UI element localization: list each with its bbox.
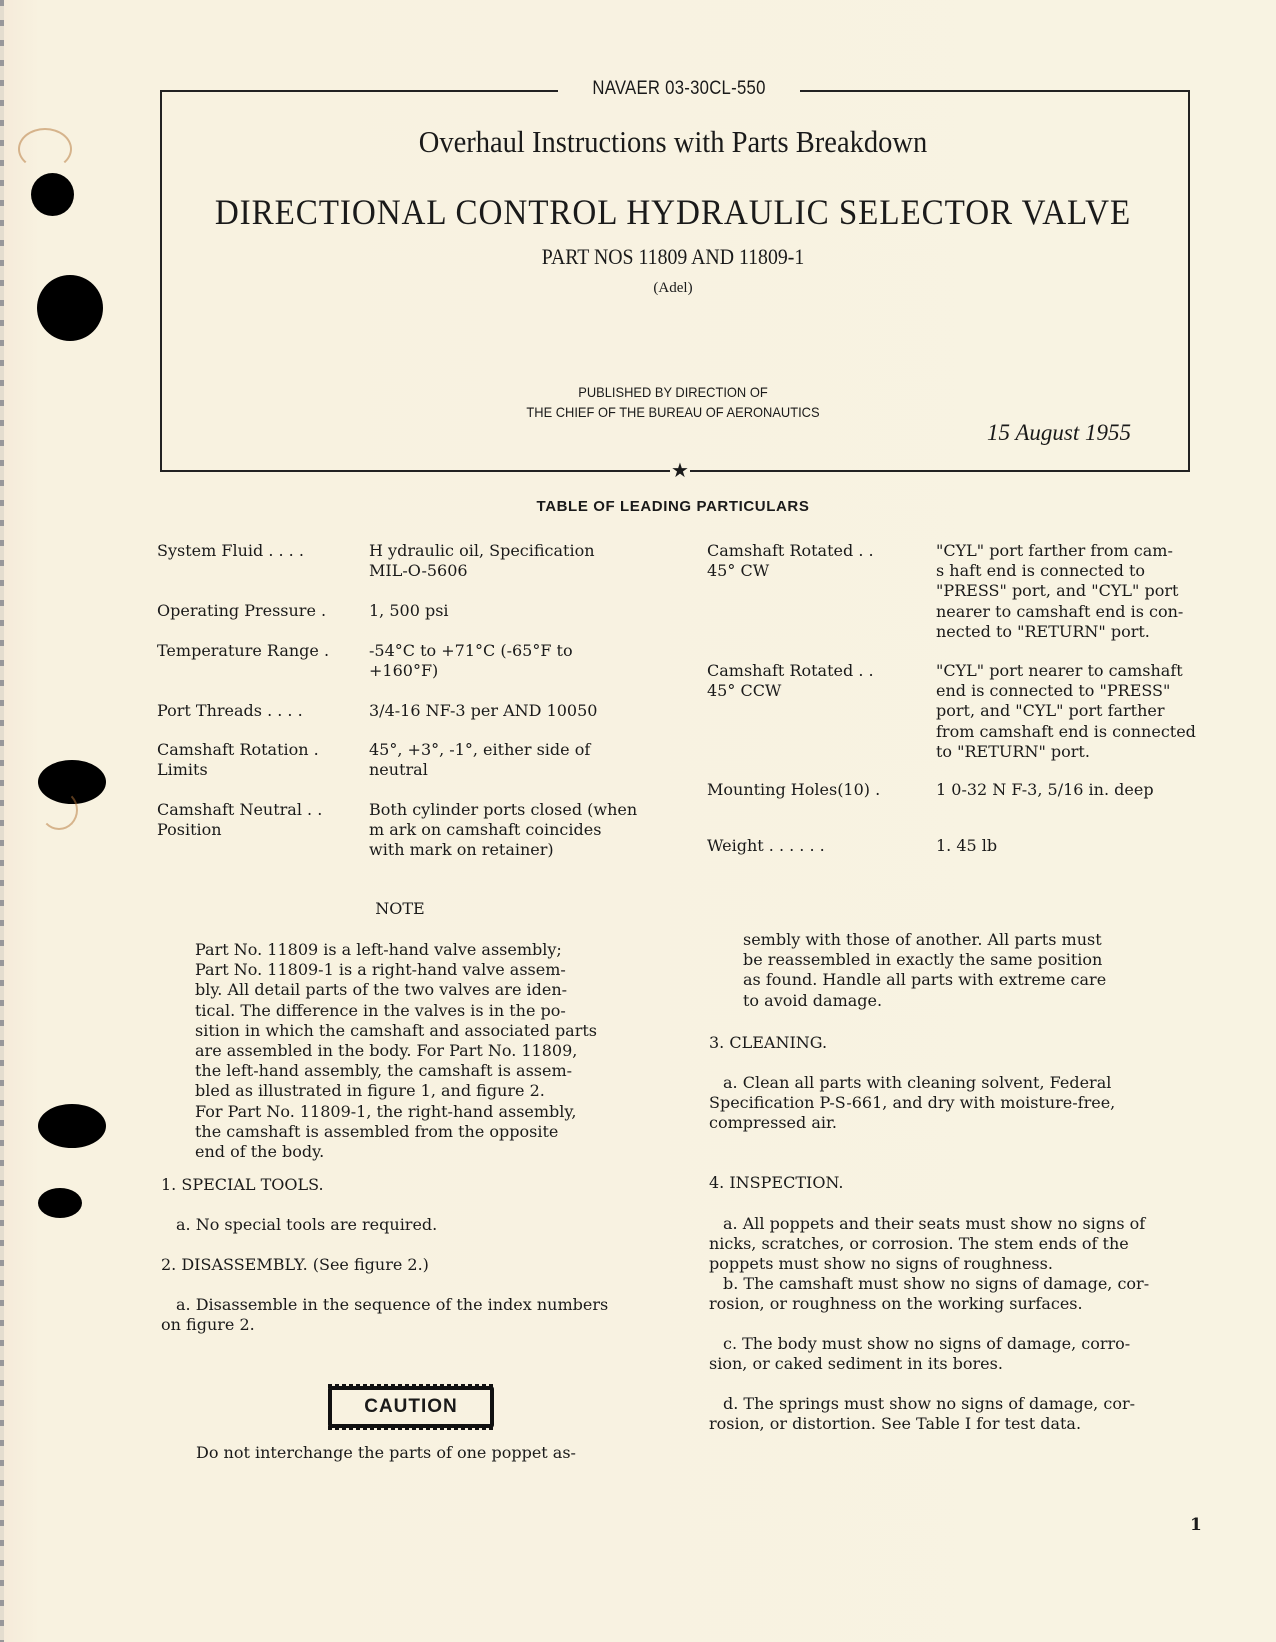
particular-label: Port Threads . . . . bbox=[157, 701, 303, 720]
section-heading-special-tools: 1. SPECIAL TOOLS. bbox=[161, 1175, 324, 1194]
particular-value: H ydraulic oil, Specification MIL-O-5606 bbox=[369, 541, 595, 581]
special-tools-item-a: a. No special tools are required. bbox=[176, 1215, 438, 1234]
section-heading-cleaning: 3. CLEANING. bbox=[709, 1033, 828, 1052]
particular-value: "CYL" port farther from cam- s haft end … bbox=[936, 541, 1184, 641]
inspection-item-d: d. The springs must show no signs of dam… bbox=[709, 1394, 1135, 1434]
particular-label: Limits bbox=[157, 760, 208, 780]
page-title: DIRECTIONAL CONTROL HYDRAULIC SELECTOR V… bbox=[214, 192, 1132, 232]
publisher-statement: PUBLISHED BY DIRECTION OF THE CHIEF OF T… bbox=[201, 382, 1145, 422]
section-heading-inspection: 4. INSPECTION. bbox=[709, 1173, 844, 1192]
particular-row: Weight . . . . . . bbox=[707, 836, 825, 856]
particular-label: Camshaft Neutral . . bbox=[157, 800, 323, 819]
particular-row: Operating Pressure . bbox=[157, 601, 326, 621]
disassembly-item-a: a. Disassemble in the sequence of the in… bbox=[161, 1295, 609, 1335]
particular-value: "CYL" port nearer to camshaft end is con… bbox=[936, 661, 1196, 761]
document-page: NAVAER 03-30CL-550 Overhaul Instructions… bbox=[0, 0, 1276, 1642]
rust-stain bbox=[18, 128, 72, 170]
star-icon: ★ bbox=[671, 458, 689, 482]
binding-hole bbox=[38, 1104, 106, 1148]
inspection-item-a: a. All poppets and their seats must show… bbox=[709, 1214, 1146, 1274]
particular-label: System Fluid . . . . bbox=[157, 541, 304, 560]
part-numbers: PART NOS 11809 AND 11809-1 bbox=[541, 244, 805, 269]
binding-hole bbox=[37, 275, 103, 341]
inspection-item-c: c. The body must show no signs of damage… bbox=[709, 1334, 1131, 1374]
caution-text: Do not interchange the parts of one popp… bbox=[196, 1443, 576, 1462]
particular-label: Weight . . . . . . bbox=[707, 836, 825, 855]
particular-row: Camshaft Neutral . . Position bbox=[157, 800, 322, 840]
particular-label: 45° CCW bbox=[707, 681, 782, 701]
header-rule bbox=[690, 470, 1188, 472]
publisher-line-1: PUBLISHED BY DIRECTION OF bbox=[578, 384, 768, 400]
particular-value: 1 0-32 N F-3, 5/16 in. deep bbox=[936, 780, 1154, 799]
particular-value: Both cylinder ports closed (when m ark o… bbox=[369, 800, 638, 860]
particular-value: -54°C to +71°C (-65°F to +160°F) bbox=[369, 641, 573, 681]
cleaning-item-a: a. Clean all parts with cleaning solvent… bbox=[709, 1073, 1116, 1133]
binding-hole bbox=[38, 1188, 82, 1218]
particular-row: Camshaft Rotated . . 45° CCW bbox=[707, 661, 874, 701]
particular-row: Port Threads . . . . bbox=[157, 701, 303, 721]
inspection-item-b: b. The camshaft must show no signs of da… bbox=[709, 1274, 1150, 1314]
particular-value: 1, 500 psi bbox=[369, 601, 449, 620]
page-number: 1 bbox=[1190, 1515, 1202, 1535]
particular-row: Mounting Holes(10) . bbox=[707, 780, 880, 800]
particular-value: 3/4-16 NF-3 per AND 10050 bbox=[369, 701, 598, 720]
particular-value: 1. 45 lb bbox=[936, 836, 998, 855]
particular-row: System Fluid . . . . bbox=[157, 541, 304, 561]
note-body: Part No. 11809 is a left-hand valve asse… bbox=[195, 940, 598, 1162]
particular-label: 45° CW bbox=[707, 561, 770, 581]
caution-text-continued: sembly with those of another. All parts … bbox=[743, 930, 1107, 1010]
particular-value: 45°, +3°, -1°, either side of neutral bbox=[369, 740, 591, 780]
particular-row: Camshaft Rotated . . 45° CW bbox=[707, 541, 874, 581]
particular-row: Camshaft Rotation . Limits bbox=[157, 740, 319, 780]
header-rule bbox=[160, 470, 670, 472]
caution-label: CAUTION bbox=[328, 1384, 494, 1430]
particular-label: Camshaft Rotation . bbox=[157, 740, 319, 759]
publisher-line-2: THE CHIEF OF THE BUREAU OF AERONAUTICS bbox=[526, 404, 820, 420]
publication-date: 15 August 1955 bbox=[987, 420, 1131, 445]
rust-stain bbox=[40, 790, 78, 830]
particular-row: Temperature Range . bbox=[157, 641, 329, 661]
note-title: NOTE bbox=[375, 899, 425, 918]
particular-label: Temperature Range . bbox=[157, 641, 330, 660]
particular-label: Camshaft Rotated . . bbox=[707, 661, 874, 680]
particular-label: Mounting Holes(10) . bbox=[707, 780, 881, 799]
page-edge bbox=[0, 0, 4, 1642]
particular-label: Camshaft Rotated . . bbox=[707, 541, 874, 560]
binding-hole bbox=[31, 173, 74, 216]
document-subtitle: Overhaul Instructions with Parts Breakdo… bbox=[418, 124, 928, 159]
manufacturer: (Adel) bbox=[653, 280, 693, 296]
particular-label: Operating Pressure . bbox=[157, 601, 327, 620]
section-heading-disassembly: 2. DISASSEMBLY. (See figure 2.) bbox=[161, 1255, 429, 1274]
table-title: TABLE OF LEADING PARTICULARS bbox=[536, 498, 810, 515]
particular-label: Position bbox=[157, 820, 222, 840]
